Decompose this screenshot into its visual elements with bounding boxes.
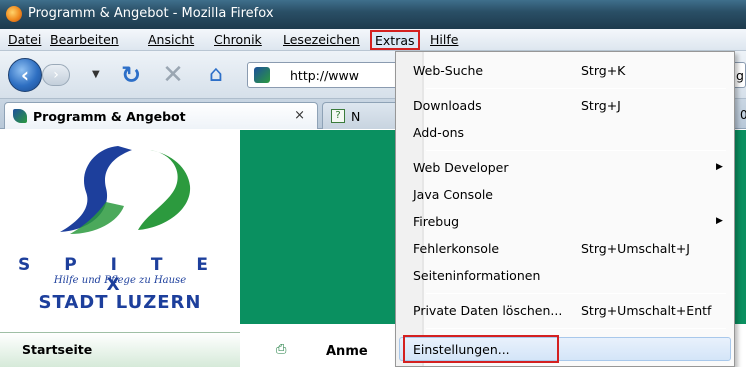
menu-item-firebug[interactable]: Firebug: [413, 214, 459, 229]
menu-separator: [426, 293, 726, 294]
menu-item-add-ons[interactable]: Add-ons: [413, 125, 464, 140]
spitex-logo: S P I T E X Hilfe und Pflege zu Hause ST…: [0, 130, 240, 330]
back-arrow-icon: ‹: [20, 63, 30, 87]
menu-separator: [426, 150, 726, 151]
menu-item-web-suche[interactable]: Web-Suche: [413, 63, 483, 78]
tab-overflow-text: 0: [740, 108, 746, 122]
menu-bar: Datei Bearbeiten Ansicht Chronik Lesezei…: [0, 29, 746, 51]
shortcut-private-daten-loeschen: Strg+Umschalt+Entf: [581, 303, 712, 318]
menu-item-private-daten-loeschen[interactable]: Private Daten löschen...: [413, 303, 562, 318]
menu-item-seiteninformationen[interactable]: Seiteninformationen: [413, 268, 540, 283]
menu-ansicht[interactable]: Ansicht: [148, 32, 194, 47]
close-tab-icon[interactable]: ×: [294, 108, 305, 123]
menu-item-downloads[interactable]: Downloads: [413, 98, 482, 113]
back-button[interactable]: ‹: [8, 58, 42, 92]
extras-dropdown-menu: Web-Suche Strg+K Downloads Strg+J Add-on…: [395, 51, 735, 367]
tab-programm-angebot[interactable]: Programm & Angebot ×: [4, 102, 318, 129]
print-icon[interactable]: ⎙: [276, 343, 290, 356]
tab-label: Programm & Angebot: [33, 109, 186, 124]
window-title: Programm & Angebot - Mozilla Firefox: [28, 6, 274, 21]
menu-hilfe[interactable]: Hilfe: [430, 32, 458, 47]
menu-extras[interactable]: Extras: [370, 30, 420, 50]
menu-item-einstellungen[interactable]: Einstellungen...: [413, 342, 510, 357]
menu-item-web-developer[interactable]: Web Developer: [413, 160, 509, 175]
home-icon[interactable]: ⌂: [203, 62, 229, 88]
menu-datei[interactable]: Datei: [8, 32, 41, 47]
menu-separator: [426, 328, 726, 329]
sidebar-item-label: Startseite: [22, 342, 93, 357]
page-icon: ?: [331, 109, 345, 123]
shortcut-fehlerkonsole: Strg+Umschalt+J: [581, 241, 690, 256]
menu-separator: [426, 88, 726, 89]
site-favicon-icon: [13, 109, 27, 123]
menu-lesezeichen[interactable]: Lesezeichen: [283, 32, 360, 47]
stop-icon[interactable]: ✕: [160, 62, 186, 88]
forward-button[interactable]: ›: [42, 64, 70, 86]
content-heading: Anme: [326, 344, 368, 359]
tab-label: N: [351, 109, 361, 124]
url-text: http://www: [290, 68, 359, 83]
menu-bearbeiten[interactable]: Bearbeiten: [50, 32, 119, 47]
menu-chronik[interactable]: Chronik: [214, 32, 262, 47]
history-dropdown-icon[interactable]: ▼: [92, 69, 100, 80]
submenu-arrow-icon: ▶: [716, 162, 723, 172]
sidebar-item-startseite[interactable]: Startseite: [0, 332, 240, 367]
firefox-icon: [6, 6, 22, 22]
submenu-arrow-icon: ▶: [716, 216, 723, 226]
menu-item-fehlerkonsole[interactable]: Fehlerkonsole: [413, 241, 499, 256]
logo-city: STADT LUZERN: [38, 292, 202, 313]
site-favicon-icon: [254, 67, 270, 83]
menu-item-java-console[interactable]: Java Console: [413, 187, 493, 202]
window-title-bar: Programm & Angebot - Mozilla Firefox: [0, 0, 746, 29]
url-text-tail: g: [736, 68, 744, 83]
logo-tagline: Hilfe und Pflege zu Hause: [53, 275, 187, 286]
forward-arrow-icon: ›: [53, 67, 59, 83]
reload-icon[interactable]: ↻: [118, 62, 144, 88]
shortcut-downloads: Strg+J: [581, 98, 621, 113]
shortcut-web-suche: Strg+K: [581, 63, 626, 78]
